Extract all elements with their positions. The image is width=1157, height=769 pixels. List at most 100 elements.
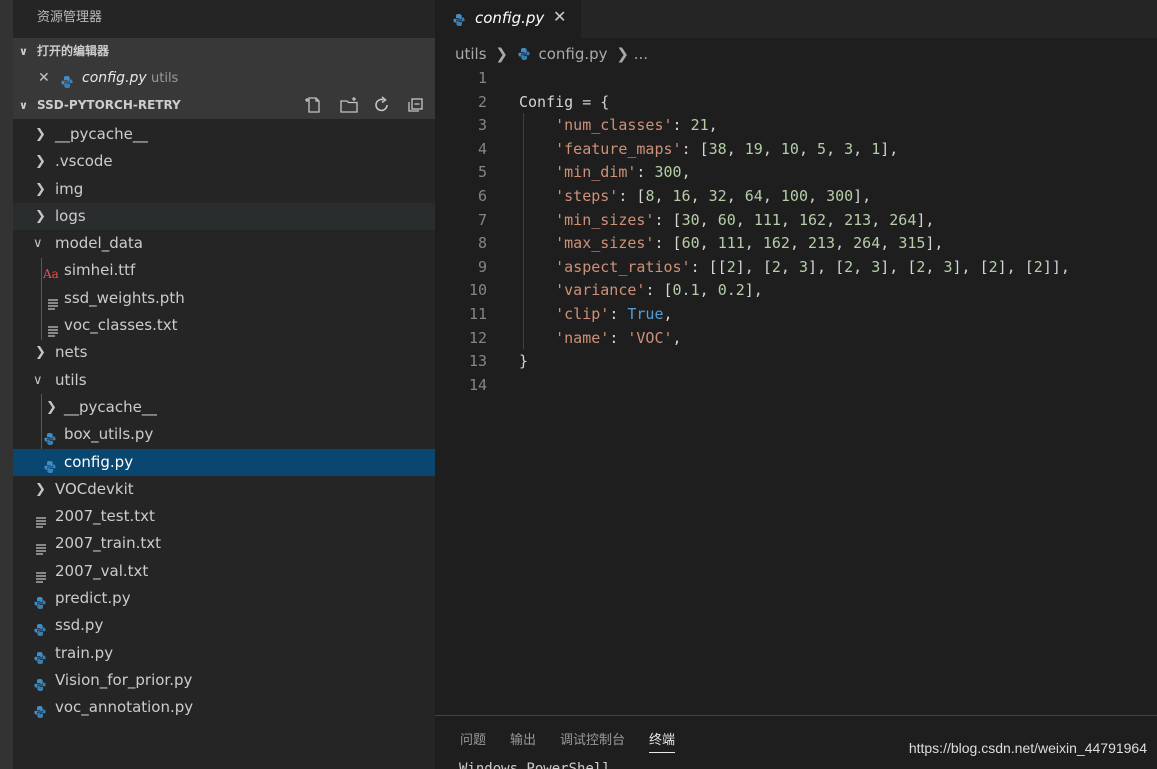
- tree-label: config.py: [64, 452, 134, 471]
- breadcrumb-folder[interactable]: utils: [455, 38, 487, 70]
- tab-label: config.py: [475, 9, 545, 27]
- tab-config-py[interactable]: config.py ✕: [435, 0, 581, 38]
- panel-tab-output[interactable]: 输出: [510, 729, 536, 753]
- tree-label: train.py: [55, 643, 114, 662]
- line-number: 5: [477, 163, 487, 182]
- tree-label: 2007_train.txt: [55, 534, 161, 553]
- open-editors-header[interactable]: ∨ 打开的编辑器: [13, 38, 435, 65]
- tree-folder-utils[interactable]: ∨ utils: [13, 367, 435, 394]
- breadcrumb-more[interactable]: ...: [634, 38, 648, 70]
- tree-file-ssd-weights[interactable]: ssd_weights.pth: [13, 285, 435, 312]
- terminal-output[interactable]: Windows PowerShell: [459, 761, 611, 769]
- tree-label: img: [55, 179, 84, 198]
- tree-label: __pycache__: [55, 125, 148, 143]
- line-number: 11: [468, 305, 487, 323]
- open-editor-filename: config.py: [82, 70, 147, 86]
- line-number: 8: [477, 234, 487, 253]
- tab-bar: config.py ✕: [435, 0, 1157, 38]
- tree-label: 2007_test.txt: [55, 507, 155, 526]
- tree-file-voc-annotation[interactable]: voc_annotation.py: [13, 694, 435, 721]
- tree-label: VOCdevkit: [55, 479, 134, 498]
- tree-file-vision-for-prior[interactable]: Vision_for_prior.py: [13, 667, 435, 694]
- tree-folder-utils-pycache[interactable]: ❯ __pycache__: [13, 394, 435, 421]
- panel-tab-terminal[interactable]: 终端: [649, 729, 676, 753]
- code-line: 'steps': [8, 16, 32, 64, 100, 300],: [555, 187, 872, 205]
- project-name: SSD-PYTORCH-RETRY: [37, 98, 181, 112]
- chevron-right-icon: ❯: [35, 181, 46, 197]
- code-line: 'clip': True,: [555, 305, 673, 323]
- project-header[interactable]: ∨ SSD-PYTORCH-RETRY: [13, 92, 435, 119]
- chevron-right-icon: ❯: [46, 399, 57, 415]
- breadcrumb-file[interactable]: config.py: [538, 38, 607, 70]
- open-editor-dir: utils: [151, 71, 179, 86]
- tree-folder-pycache[interactable]: ❯ __pycache__: [13, 121, 435, 148]
- tree-file-train[interactable]: train.py: [13, 640, 435, 667]
- tree-label: .vscode: [55, 152, 113, 171]
- line-number: 7: [477, 210, 487, 229]
- close-icon[interactable]: ✕: [38, 65, 50, 92]
- tree-folder-vscode[interactable]: ❯ .vscode: [13, 148, 435, 175]
- tree-label: __pycache__: [64, 397, 157, 416]
- tree-folder-nets[interactable]: ❯ nets: [13, 339, 435, 366]
- tree-file-2007-train[interactable]: 2007_train.txt: [13, 530, 435, 557]
- file-tree: ❯ __pycache__ ❯ .vscode ❯ img ❯ logs ∨ model_…: [13, 121, 435, 722]
- activity-bar: [0, 0, 13, 769]
- new-file-icon[interactable]: [305, 96, 325, 116]
- code-line: 'feature_maps': [38, 19, 10, 5, 3, 1],: [555, 139, 899, 158]
- chevron-down-icon: ∨: [33, 236, 43, 252]
- open-editor-item[interactable]: ✕ config.py utils: [13, 65, 435, 92]
- chevron-right-icon: ❯: [35, 345, 46, 361]
- chevron-right-icon: ❯: [35, 154, 46, 170]
- code-line: 'name': 'VOC',: [555, 328, 682, 347]
- tree-folder-vocdevkit[interactable]: ❯ VOCdevkit: [13, 476, 435, 503]
- code-line: 'min_dim': 300,: [555, 163, 691, 182]
- chevron-right-icon: ❯: [35, 127, 46, 142]
- new-folder-icon[interactable]: [339, 96, 359, 116]
- code-line: Config = {: [519, 92, 610, 111]
- tree-folder-logs[interactable]: ❯ logs: [13, 202, 435, 231]
- chevron-down-icon: ∨: [19, 99, 28, 112]
- tree-label: voc_annotation.py: [55, 698, 194, 717]
- tree-label: simhei.ttf: [64, 261, 136, 280]
- close-icon[interactable]: ✕: [553, 7, 566, 26]
- tree-file-2007-val[interactable]: 2007_val.txt: [13, 558, 435, 585]
- code-line: 'num_classes': 21,: [555, 116, 718, 135]
- tree-file-predict[interactable]: predict.py: [13, 585, 435, 612]
- panel-tab-debug-console[interactable]: 调试控制台: [560, 729, 625, 753]
- line-number: 10: [468, 281, 487, 300]
- refresh-icon[interactable]: [373, 96, 393, 116]
- tree-label: 2007_val.txt: [55, 561, 149, 580]
- line-number: 1: [477, 69, 487, 87]
- tree-folder-img[interactable]: ❯ img: [13, 176, 435, 203]
- code-line: 'aspect_ratios': [[2], [2, 3], [2, 3], […: [555, 257, 1070, 276]
- line-number: 14: [468, 375, 487, 394]
- tree-label: Vision_for_prior.py: [55, 670, 193, 689]
- tree-label: ssd_weights.pth: [64, 288, 185, 307]
- tree-file-simhei[interactable]: Aa simhei.ttf: [13, 257, 435, 284]
- chevron-right-icon: ❯: [35, 208, 46, 224]
- tree-label: predict.py: [55, 589, 131, 608]
- python-file-icon: [517, 40, 531, 72]
- python-file-icon: [33, 701, 47, 728]
- tree-label: box_utils.py: [64, 425, 154, 444]
- line-number: 13: [468, 352, 487, 371]
- explorer-sidebar: 资源管理器 ∨ 打开的编辑器 ✕ config.py utils ∨ SSD-P…: [13, 0, 435, 769]
- code-line: }: [519, 352, 529, 371]
- tree-file-2007-test[interactable]: 2007_test.txt: [13, 503, 435, 530]
- tree-file-box-utils[interactable]: box_utils.py: [13, 421, 435, 448]
- open-editors-label: 打开的编辑器: [37, 44, 110, 58]
- tree-label: voc_classes.txt: [64, 316, 178, 335]
- tree-file-voc-classes[interactable]: voc_classes.txt: [13, 312, 435, 339]
- tree-file-ssd[interactable]: ssd.py: [13, 612, 435, 639]
- line-number: 2: [477, 92, 487, 111]
- line-number: 12: [468, 328, 487, 347]
- editor-area: config.py ✕ utils ❯ config.py ❯ ... 1 2 Co…: [435, 0, 1157, 769]
- collapse-all-icon[interactable]: [407, 96, 427, 116]
- tree-folder-model-data[interactable]: ∨ model_data: [13, 230, 435, 257]
- panel-tab-problems[interactable]: 问题: [460, 729, 486, 753]
- chevron-right-icon: ❯: [616, 45, 629, 63]
- tree-file-config[interactable]: config.py: [13, 448, 435, 476]
- project-actions: [305, 96, 427, 116]
- line-number: 4: [477, 139, 487, 158]
- tree-label: logs: [55, 206, 86, 225]
